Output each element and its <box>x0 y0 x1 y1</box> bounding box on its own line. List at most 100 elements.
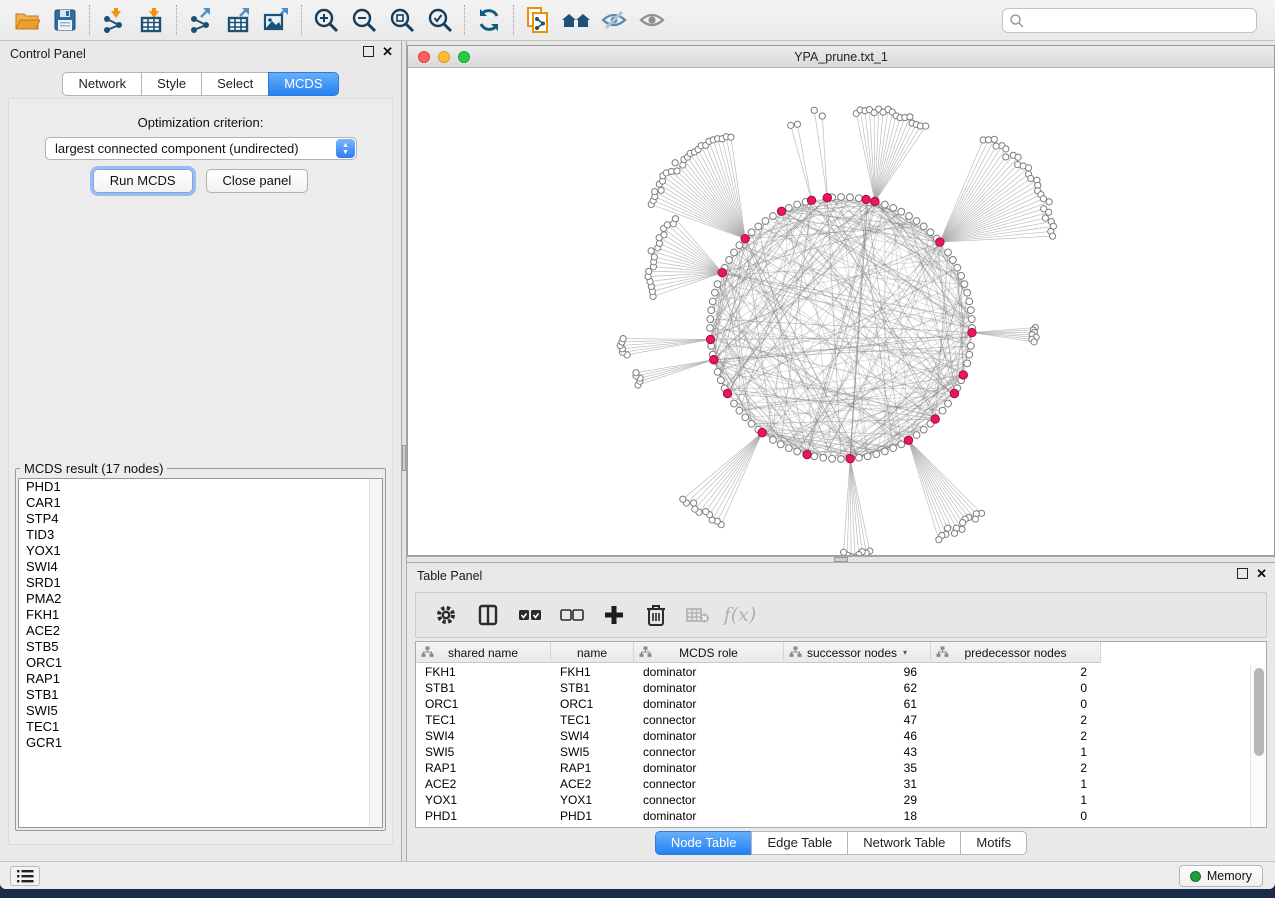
ring-node[interactable] <box>950 257 957 264</box>
ring-node[interactable] <box>742 414 749 421</box>
ring-node[interactable] <box>777 441 784 448</box>
table-row[interactable]: SWI4SWI4dominator462 <box>416 728 1250 744</box>
close-panel-icon[interactable]: ✕ <box>382 46 393 57</box>
mcds-node-tid3[interactable]: TID3 <box>19 527 382 543</box>
search-box[interactable] <box>1002 8 1257 33</box>
dominator-node[interactable] <box>862 195 870 203</box>
ring-node[interactable] <box>785 445 792 452</box>
mcds-node-ace2[interactable]: ACE2 <box>19 623 382 639</box>
run-mcds-button[interactable]: Run MCDS <box>93 169 193 193</box>
leaf-node[interactable] <box>1025 165 1031 171</box>
ring-node[interactable] <box>964 289 971 296</box>
ring-node[interactable] <box>966 351 973 358</box>
leaf-node[interactable] <box>1049 233 1055 239</box>
leaf-node[interactable] <box>661 232 667 238</box>
dominator-node[interactable] <box>741 234 749 242</box>
leaf-node[interactable] <box>680 496 686 502</box>
ring-node[interactable] <box>736 407 743 414</box>
ring-node[interactable] <box>920 223 927 230</box>
leaf-node[interactable] <box>1042 215 1048 221</box>
dominator-node[interactable] <box>807 196 815 204</box>
dominator-node[interactable] <box>777 207 785 215</box>
unselect-all-button[interactable] <box>556 599 588 631</box>
ring-node[interactable] <box>881 201 888 208</box>
leaf-node[interactable] <box>960 520 966 526</box>
leaf-node[interactable] <box>620 336 626 342</box>
export-image-button[interactable] <box>258 3 296 37</box>
dominator-node[interactable] <box>959 371 967 379</box>
duplicate-network-button[interactable] <box>519 3 557 37</box>
mcds-node-srd1[interactable]: SRD1 <box>19 575 382 591</box>
mcds-node-tec1[interactable]: TEC1 <box>19 719 382 735</box>
leaf-node[interactable] <box>944 525 950 531</box>
mcds-node-orc1[interactable]: ORC1 <box>19 655 382 671</box>
dominator-node[interactable] <box>823 194 831 202</box>
ring-node[interactable] <box>714 281 721 288</box>
table-row[interactable]: ORC1ORC1dominator610 <box>416 696 1250 712</box>
dominator-node[interactable] <box>758 428 766 436</box>
close-panel-button[interactable]: Close panel <box>206 169 309 193</box>
ring-node[interactable] <box>945 400 952 407</box>
ring-node[interactable] <box>707 325 714 332</box>
leaf-node[interactable] <box>1046 209 1052 215</box>
leaf-node[interactable] <box>658 187 664 193</box>
ring-node[interactable] <box>794 448 801 455</box>
leaf-node[interactable] <box>923 123 929 129</box>
ring-node[interactable] <box>714 368 721 375</box>
leaf-node[interactable] <box>728 134 734 140</box>
zoom-out-button[interactable] <box>345 3 383 37</box>
dominator-node[interactable] <box>706 335 714 343</box>
leaf-node[interactable] <box>951 530 957 536</box>
ring-node[interactable] <box>898 208 905 215</box>
memory-button[interactable]: Memory <box>1179 865 1263 887</box>
export-network-button[interactable] <box>182 3 220 37</box>
tab-network[interactable]: Network <box>62 72 142 96</box>
leaf-node[interactable] <box>646 268 652 274</box>
leaf-node[interactable] <box>1015 154 1021 160</box>
mcds-node-gcr1[interactable]: GCR1 <box>19 735 382 751</box>
leaf-node[interactable] <box>1046 199 1052 205</box>
table-row[interactable]: SWI5SWI5connector431 <box>416 744 1250 760</box>
float-panel-icon[interactable] <box>1237 568 1248 579</box>
leaf-node[interactable] <box>991 136 997 142</box>
float-panel-icon[interactable] <box>363 46 374 57</box>
column-menu-icon[interactable]: ▾ <box>903 648 907 657</box>
tab-network-table[interactable]: Network Table <box>847 831 961 855</box>
table-row[interactable]: PHD1PHD1dominator180 <box>416 808 1250 824</box>
mcds-node-rap1[interactable]: RAP1 <box>19 671 382 687</box>
column-header-shared-name[interactable]: shared name <box>416 642 551 663</box>
table-row[interactable]: FKH1FKH1dominator962 <box>416 664 1250 680</box>
ring-node[interactable] <box>958 272 965 279</box>
ring-node[interactable] <box>968 316 975 323</box>
splitter-grip[interactable] <box>834 557 848 562</box>
ring-node[interactable] <box>770 213 777 220</box>
leaf-node[interactable] <box>674 168 680 174</box>
ring-node[interactable] <box>811 453 818 460</box>
ring-node[interactable] <box>945 249 952 256</box>
ring-node[interactable] <box>855 454 862 461</box>
import-network-button[interactable] <box>95 3 133 37</box>
ring-node[interactable] <box>920 426 927 433</box>
leaf-node[interactable] <box>794 121 800 127</box>
ring-node[interactable] <box>966 298 973 305</box>
ring-node[interactable] <box>785 204 792 211</box>
ring-node[interactable] <box>748 420 755 427</box>
dominator-node[interactable] <box>710 355 718 363</box>
leaf-node[interactable] <box>1040 196 1046 202</box>
horizontal-splitter[interactable] <box>407 556 1275 563</box>
ring-node[interactable] <box>881 448 888 455</box>
ring-node[interactable] <box>829 455 836 462</box>
task-history-button[interactable] <box>10 866 40 886</box>
ring-node[interactable] <box>794 201 801 208</box>
leaf-node[interactable] <box>672 160 678 166</box>
splitter-grip[interactable] <box>402 445 406 471</box>
ring-node[interactable] <box>838 456 845 463</box>
leaf-node[interactable] <box>664 222 670 228</box>
select-all-button[interactable] <box>514 599 546 631</box>
ring-node[interactable] <box>913 218 920 225</box>
ring-node[interactable] <box>906 213 913 220</box>
ring-node[interactable] <box>847 194 854 201</box>
dominator-node[interactable] <box>904 436 912 444</box>
mcds-result-list[interactable]: PHD1CAR1STP4TID3YOX1SWI4SRD1PMA2FKH1ACE2… <box>18 478 383 828</box>
dominator-node[interactable] <box>968 328 976 336</box>
